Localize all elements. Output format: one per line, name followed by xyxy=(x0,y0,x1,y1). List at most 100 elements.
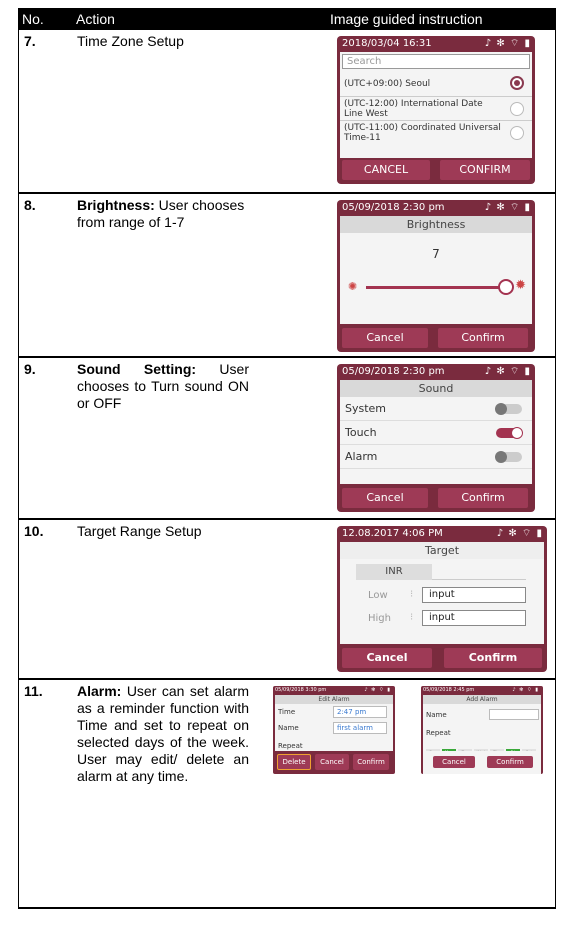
button-row: CANCEL CONFIRM xyxy=(340,160,532,180)
high-input[interactable]: input xyxy=(422,610,526,626)
toggle-switch[interactable] xyxy=(495,451,522,463)
confirm-button[interactable]: Confirm xyxy=(438,488,528,508)
action-text: Time Zone Setup xyxy=(77,33,184,49)
tab-inr[interactable]: INR xyxy=(356,564,432,580)
table-row-7: 7. Time Zone Setup 2018/03/04 16:31 ♪ ✻ ⌔… xyxy=(18,30,556,194)
status-icons: ♪ ✻ ⌔ ▮ xyxy=(496,528,543,539)
confirm-button[interactable]: Confirm xyxy=(444,648,542,668)
edit-alarm-panel: Edit Alarm Time 2:47 pm Name first alarm… xyxy=(275,695,393,774)
name-input[interactable] xyxy=(489,709,539,720)
target-screen: 12.08.2017 4:06 PM ♪ ✻ ⌔ ▮ Target INR Low… xyxy=(337,526,547,672)
screen-title: Edit Alarm xyxy=(275,695,393,704)
screen-title: Target xyxy=(340,542,544,559)
header-image: Image guided instruction xyxy=(330,11,483,27)
add-alarm-screen: 05/09/2018 2:45 pm ♪ ✻ ⌔ ▮ Add Alarm Name… xyxy=(421,686,543,774)
edit-alarm-screen: 05/09/2018 3:30 pm ♪ ✻ ⌔ ▮ Edit Alarm Tim… xyxy=(273,686,395,774)
low-label: Low xyxy=(368,590,388,601)
button-row: Cancel Confirm xyxy=(340,488,532,508)
confirm-button[interactable]: Confirm xyxy=(438,328,528,348)
header-action: Action xyxy=(76,11,115,27)
name-input[interactable]: first alarm xyxy=(333,722,387,734)
action-bold: Brightness: xyxy=(77,197,155,213)
button-row: Delete Cancel Confirm xyxy=(275,751,393,774)
toggle-switch[interactable] xyxy=(496,427,523,439)
cancel-button[interactable]: Cancel xyxy=(342,648,432,668)
option-label: (UTC-11:00) Coordinated Universal Time-1… xyxy=(344,123,501,143)
screen-title: Sound xyxy=(340,380,532,397)
status-bar: 05/09/2018 2:45 pm ♪ ✻ ⌔ ▮ xyxy=(421,686,543,695)
status-time: 05/09/2018 2:30 pm xyxy=(342,202,445,213)
separator-icon: ⁝ xyxy=(410,612,414,623)
action-bold: Sound Setting: xyxy=(77,361,197,377)
confirm-button[interactable]: CONFIRM xyxy=(440,160,530,180)
status-icons: ♪ ✻ ⌔ ▮ xyxy=(484,38,531,49)
timezone-option[interactable]: (UTC+09:00) Seoul xyxy=(340,71,532,97)
toggle-knob xyxy=(495,403,507,415)
time-input[interactable]: 2:47 pm xyxy=(333,706,387,718)
status-bar: 05/09/2018 2:30 pm ♪ ✻ ⌔ ▮ xyxy=(337,364,535,380)
brightness-panel: Brightness 7 ✺ ✹ xyxy=(340,216,532,324)
brightness-screen: 05/09/2018 2:30 pm ♪ ✻ ⌔ ▮ Brightness 7 ✺… xyxy=(337,200,535,352)
cancel-button[interactable]: Cancel xyxy=(315,754,349,770)
row-number: 7. xyxy=(24,33,36,49)
cancel-button[interactable]: CANCEL xyxy=(342,160,430,180)
option-label: (UTC+09:00) Seoul xyxy=(344,79,431,89)
table-header: No. Action Image guided instruction xyxy=(18,8,556,30)
timezone-option[interactable]: (UTC-12:00) International Date Line West xyxy=(340,97,532,121)
target-panel: Target INR Low ⁝ input High ⁝ input xyxy=(340,542,544,644)
name-label: Name xyxy=(426,711,447,719)
sound-item-alarm[interactable]: Alarm xyxy=(340,445,532,469)
status-icons: ♪ ✻ ⌔ ▮ xyxy=(512,687,539,693)
status-icons: ♪ ✻ ⌔ ▮ xyxy=(484,202,531,213)
cancel-button[interactable]: Cancel xyxy=(433,756,475,768)
timezone-list: Search (UTC+09:00) Seoul (UTC-12:00) Int… xyxy=(340,52,532,158)
action-bold: Alarm: xyxy=(77,683,122,699)
screen-title: Brightness xyxy=(340,216,532,233)
row-action: Time Zone Setup xyxy=(77,33,249,50)
brightness-value: 7 xyxy=(432,247,440,261)
sound-item-touch[interactable]: Touch xyxy=(340,421,532,445)
row-number: 8. xyxy=(24,197,36,213)
cancel-button[interactable]: Cancel xyxy=(342,328,428,348)
row-number: 9. xyxy=(24,361,36,377)
toggle-knob xyxy=(495,451,507,463)
status-time: 05/09/2018 2:45 pm xyxy=(423,687,475,693)
table-row-8: 8. Brightness: User chooses from range o… xyxy=(18,194,556,358)
radio-icon[interactable] xyxy=(510,102,524,116)
brightness-slider[interactable] xyxy=(366,286,506,289)
tab-bar: INR xyxy=(356,564,526,580)
sound-item-system[interactable]: System xyxy=(340,397,532,421)
button-row: Cancel Confirm xyxy=(340,648,544,668)
status-time: 12.08.2017 4:06 PM xyxy=(342,528,443,539)
header-no: No. xyxy=(22,11,44,27)
slider-handle[interactable] xyxy=(498,279,514,295)
confirm-button[interactable]: Confirm xyxy=(487,756,533,768)
radio-selected-icon[interactable] xyxy=(510,76,524,90)
radio-icon[interactable] xyxy=(510,126,524,140)
high-label: High xyxy=(368,613,391,624)
separator-icon: ⁝ xyxy=(410,589,414,600)
sun-bright-icon: ✹ xyxy=(515,278,526,293)
table-row-10: 10. Target Range Setup 12.08.2017 4:06 P… xyxy=(18,520,556,680)
toggle-switch[interactable] xyxy=(495,403,522,415)
status-bar: 12.08.2017 4:06 PM ♪ ✻ ⌔ ▮ xyxy=(337,526,547,542)
sound-panel: Sound System Touch Alarm xyxy=(340,380,532,484)
sound-item-label: Alarm xyxy=(345,450,378,463)
cancel-button[interactable]: Cancel xyxy=(342,488,428,508)
action-text: Target Range Setup xyxy=(77,523,202,539)
row-action: Sound Setting: User chooses to Turn soun… xyxy=(77,361,249,412)
sun-dim-icon: ✺ xyxy=(348,280,358,293)
search-input[interactable]: Search xyxy=(342,54,530,69)
status-bar: 05/09/2018 3:30 pm ♪ ✻ ⌔ ▮ xyxy=(273,686,395,695)
confirm-button[interactable]: Confirm xyxy=(353,754,389,770)
low-input[interactable]: input xyxy=(422,587,526,603)
status-time: 05/09/2018 3:30 pm xyxy=(275,687,327,693)
timezone-option[interactable]: (UTC-11:00) Coordinated Universal Time-1… xyxy=(340,121,532,143)
delete-button[interactable]: Delete xyxy=(277,754,311,770)
time-label: Time xyxy=(278,708,296,716)
row-number: 10. xyxy=(24,523,44,539)
status-time: 2018/03/04 16:31 xyxy=(342,38,432,49)
repeat-label: Repeat xyxy=(278,742,303,750)
row-action: Brightness: User chooses from range of 1… xyxy=(77,197,249,231)
row-number: 11. xyxy=(24,683,43,699)
